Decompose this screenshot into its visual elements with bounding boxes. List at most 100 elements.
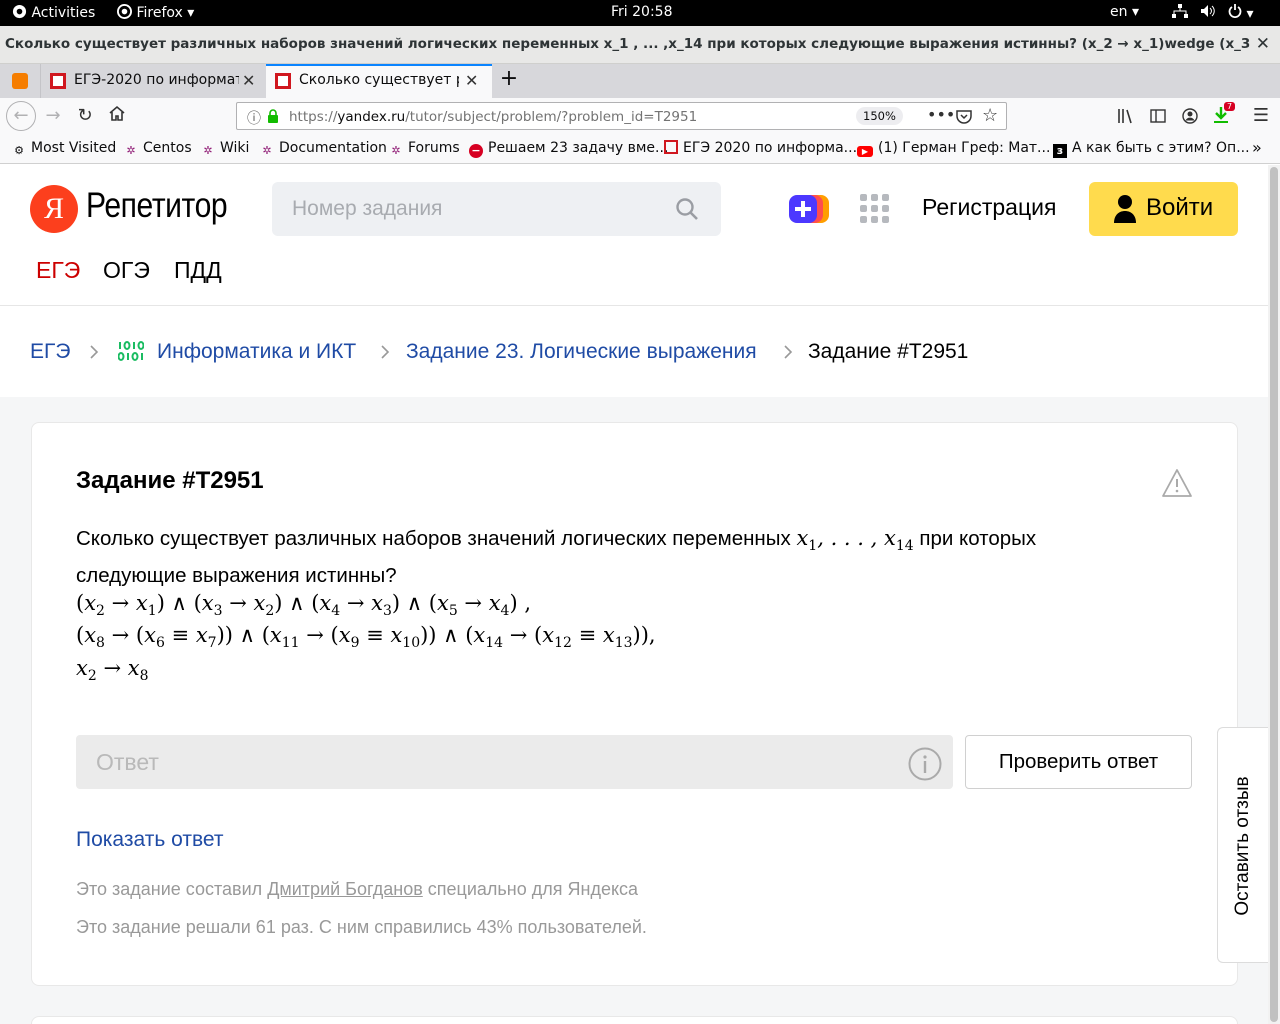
chevron-right-icon (784, 345, 793, 359)
system-top-bar: Activities Firefox ▾ Fri 20:58 en ▾ ▾ (0, 0, 1280, 26)
exam-tab-ege[interactable]: ЕГЭ (36, 257, 80, 284)
bookmark-label: ЕГЭ 2020 по информа... (683, 140, 858, 156)
answer-input[interactable] (76, 735, 953, 789)
breadcrumb-subject[interactable]: Информатика и ИКТ (157, 340, 356, 364)
bookmarks-overflow-icon[interactable]: » (1252, 138, 1262, 157)
exam-tab-oge[interactable]: ОГЭ (103, 257, 150, 284)
problem-card: Задание #T2951 Сколько существует различ… (31, 422, 1238, 986)
report-warning-icon[interactable] (1161, 468, 1193, 498)
login-label: Войти (1146, 194, 1214, 221)
sidebar-icon[interactable] (1150, 108, 1166, 124)
search-icon[interactable] (675, 197, 699, 221)
tab-strip: ЕГЭ-2020 по информатике ✕ Сколько сущест… (0, 64, 1280, 98)
author-suffix: специально для Яндекса (427, 879, 639, 899)
downloads-button[interactable]: 7 (1212, 102, 1236, 128)
info-icon[interactable]: ⓘ (247, 108, 261, 128)
bookmark-ege-2020[interactable]: ЕГЭ 2020 по информа... (664, 140, 857, 156)
network-icon[interactable] (1172, 4, 1188, 22)
problem-statement: Сколько существует различных наборов зна… (76, 523, 1126, 591)
pinned-tab-blogger[interactable] (0, 64, 40, 98)
scrollbar-thumb[interactable] (1270, 167, 1278, 1022)
lock-icon[interactable] (267, 109, 279, 123)
breadcrumb-task-23[interactable]: Задание 23. Логические выражения (406, 340, 757, 364)
app-menu[interactable]: Firefox ▾ (117, 4, 194, 21)
library-icon[interactable] (1117, 108, 1135, 124)
home-button[interactable] (104, 104, 130, 130)
author-line: Это задание составил Дмитрий Богданов сп… (76, 879, 638, 900)
navigation-toolbar: ← → ↻ ⓘ https://yandex.ru/tutor/subject/… (0, 98, 1280, 134)
bookmark-label: А как быть с этим? Оп... (1072, 140, 1250, 156)
activities-button[interactable]: Activities (12, 4, 95, 21)
gear-icon: ⚙ (14, 144, 24, 157)
url-bar[interactable]: ⓘ https://yandex.ru/tutor/subject/proble… (236, 102, 1007, 130)
site-logo-text[interactable]: Репетитор (86, 186, 228, 226)
page-scrollbar[interactable] (1268, 165, 1280, 1024)
problem-search-input[interactable] (272, 182, 721, 236)
close-window-icon[interactable]: ✕ (1256, 34, 1270, 54)
reload-button[interactable]: ↻ (72, 104, 98, 130)
zoom-indicator[interactable]: 150% (856, 107, 903, 125)
volume-icon[interactable] (1200, 4, 1216, 22)
header-divider (0, 305, 1268, 306)
bookmark-documentation[interactable]: ✲ Documentation (260, 140, 387, 158)
arrow-left-icon: ← (13, 105, 29, 126)
bookmark-reshaem-23[interactable]: − Решаем 23 задачу вме... (469, 140, 668, 158)
tab-current-problem[interactable]: Сколько существует различных ✕ (266, 64, 492, 98)
formula-line-2: (x8 → (x6 ≡ x7)) ∧ (x11 → (x9 ≡ x10)) ∧ … (76, 623, 656, 652)
exam-tab-pdd[interactable]: ПДД (174, 257, 222, 284)
check-answer-button[interactable]: Проверить ответ (965, 735, 1192, 789)
bookmark-most-visited[interactable]: ⚙ Most Visited (12, 140, 116, 158)
close-tab-icon[interactable]: ✕ (465, 71, 478, 90)
info-icon[interactable] (908, 747, 942, 781)
account-icon[interactable] (1182, 108, 1198, 124)
leave-feedback-tab[interactable]: Оставить отзыв (1217, 727, 1268, 963)
next-card (31, 1016, 1238, 1024)
bookmark-forums[interactable]: ✲ Forums (389, 140, 459, 158)
login-button[interactable]: Войти (1089, 182, 1238, 236)
clock[interactable]: Fri 20:58 (611, 4, 672, 20)
language-selector[interactable]: en ▾ (1110, 4, 1139, 20)
yandex-plus-icon[interactable] (789, 194, 831, 224)
show-answer-link[interactable]: Показать ответ (76, 828, 223, 852)
tab-label: Сколько существует различных (299, 72, 459, 88)
tab-label: ЕГЭ-2020 по информатике (74, 72, 239, 88)
bookmark-centos[interactable]: ✲ Centos (124, 140, 191, 158)
back-button[interactable]: ← (6, 101, 36, 131)
bookmark-kak-byt[interactable]: з А как быть с этим? Оп... (1053, 140, 1250, 158)
solve-stats: Это задание решали 61 раз. С ним справил… (76, 917, 647, 937)
power-icon (1228, 4, 1242, 18)
ege-icon (664, 140, 678, 154)
forward-button[interactable]: → (40, 104, 66, 130)
power-menu[interactable]: ▾ (1228, 4, 1253, 22)
reload-icon: ↻ (77, 105, 93, 126)
author-link[interactable]: Дмитрий Богданов (267, 879, 423, 899)
binary-subject-icon (118, 341, 144, 361)
new-tab-button[interactable]: + (494, 66, 524, 100)
services-grid-icon[interactable] (860, 194, 890, 224)
bookmark-gref[interactable]: ▶ (1) Герман Греф: Мат... (857, 140, 1050, 157)
yandex-logo[interactable]: Я (30, 185, 78, 233)
bookmark-wiki[interactable]: ✲ Wiki (201, 140, 249, 158)
window-title-bar: Сколько существует различных наборов зна… (0, 26, 1280, 64)
firefox-icon (117, 4, 132, 19)
bookmarks-toolbar: ⚙ Most Visited ✲ Centos ✲ Wiki ✲ Documentati… (0, 134, 1280, 164)
home-icon (109, 105, 125, 121)
problem-favicon (275, 73, 291, 89)
bookmark-label: Most Visited (31, 140, 117, 156)
bookmark-label: Wiki (220, 140, 250, 156)
tab-ege-2020[interactable]: ЕГЭ-2020 по информатике ✕ (40, 64, 266, 98)
close-tab-icon[interactable]: ✕ (242, 71, 255, 90)
pocket-icon[interactable] (956, 109, 972, 124)
breadcrumb-ege[interactable]: ЕГЭ (30, 340, 70, 364)
formula-line-3: x2 → x8 (76, 656, 149, 685)
site-header: Я Репетитор Регистрация Войти ЕГЭ ОГЭ ПД… (0, 165, 1268, 397)
hamburger-menu-icon[interactable]: ☰ (1248, 104, 1274, 130)
centos-icon: ✲ (126, 144, 136, 157)
centos-icon: ✲ (203, 144, 213, 157)
page-actions-icon[interactable]: ••• (927, 105, 955, 124)
language-label: en (1110, 4, 1128, 20)
bookmark-star-icon[interactable]: ☆ (982, 105, 998, 126)
chevron-down-icon: ▾ (187, 5, 195, 21)
user-icon (1114, 195, 1136, 223)
register-link[interactable]: Регистрация (922, 194, 1056, 221)
